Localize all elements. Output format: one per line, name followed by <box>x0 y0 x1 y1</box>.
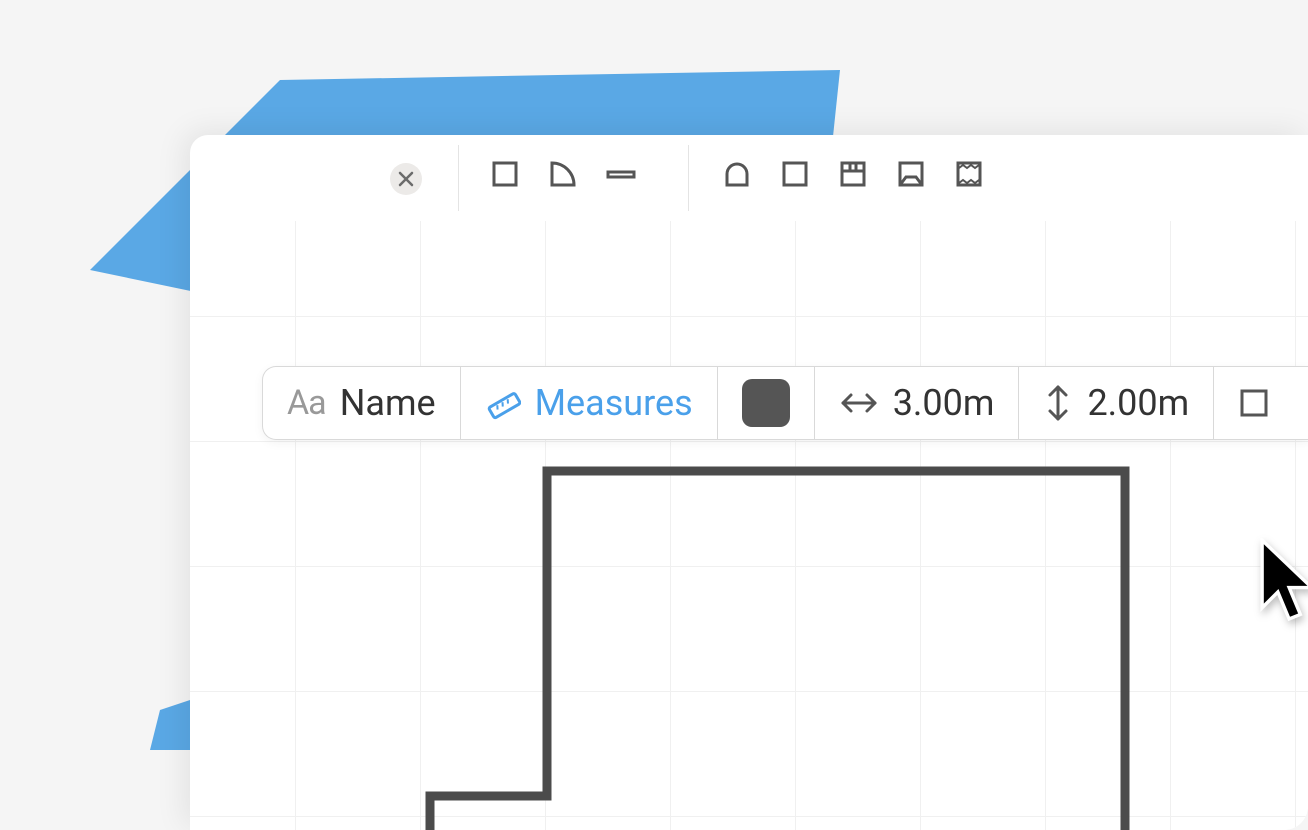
name-label: Name <box>340 382 436 424</box>
top-toolbar <box>190 135 1308 221</box>
properties-bar: Aa Name Measures <box>262 366 1308 440</box>
window-tool[interactable] <box>838 159 868 189</box>
canvas[interactable]: Aa Name Measures <box>190 221 1308 830</box>
text-icon: Aa <box>287 383 326 423</box>
line-tool[interactable] <box>606 159 636 189</box>
quarter-icon <box>549 160 577 188</box>
name-field[interactable]: Aa Name <box>263 367 461 439</box>
measures-label: Measures <box>535 382 693 424</box>
close-icon <box>397 170 415 188</box>
color-swatch <box>742 379 790 427</box>
width-value: 3.00m <box>893 382 995 424</box>
app-stage: Aa Name Measures <box>0 0 1308 830</box>
width-field[interactable]: 3.00m <box>815 367 1020 439</box>
tool-group-openings <box>722 159 984 189</box>
more-options[interactable] <box>1214 367 1308 439</box>
horizontal-arrow-icon <box>839 388 879 418</box>
floorplan-shape[interactable] <box>425 466 1145 830</box>
hline-icon <box>606 160 636 188</box>
frame-icon <box>897 160 925 188</box>
arch-icon <box>723 160 751 188</box>
zigzag-icon <box>955 160 983 188</box>
toolbar-divider <box>458 145 459 211</box>
square-icon <box>491 160 519 188</box>
square-icon <box>781 160 809 188</box>
color-picker[interactable] <box>718 367 815 439</box>
height-field[interactable]: 2.00m <box>1019 367 1214 439</box>
rectangle-tool[interactable] <box>490 159 520 189</box>
square-tool[interactable] <box>780 159 810 189</box>
vertical-arrow-icon <box>1043 383 1073 423</box>
toolbar-divider <box>688 145 689 211</box>
editor-window: Aa Name Measures <box>190 135 1308 830</box>
ruler-icon <box>485 385 521 421</box>
square-icon <box>1238 387 1270 419</box>
corner-tool[interactable] <box>548 159 578 189</box>
window-icon <box>839 160 867 188</box>
frame-tool[interactable] <box>896 159 926 189</box>
height-value: 2.00m <box>1087 382 1189 424</box>
tool-group-shapes <box>490 159 636 189</box>
close-button[interactable] <box>390 163 422 195</box>
arch-tool[interactable] <box>722 159 752 189</box>
zigzag-tool[interactable] <box>954 159 984 189</box>
measures-toggle[interactable]: Measures <box>461 367 718 439</box>
